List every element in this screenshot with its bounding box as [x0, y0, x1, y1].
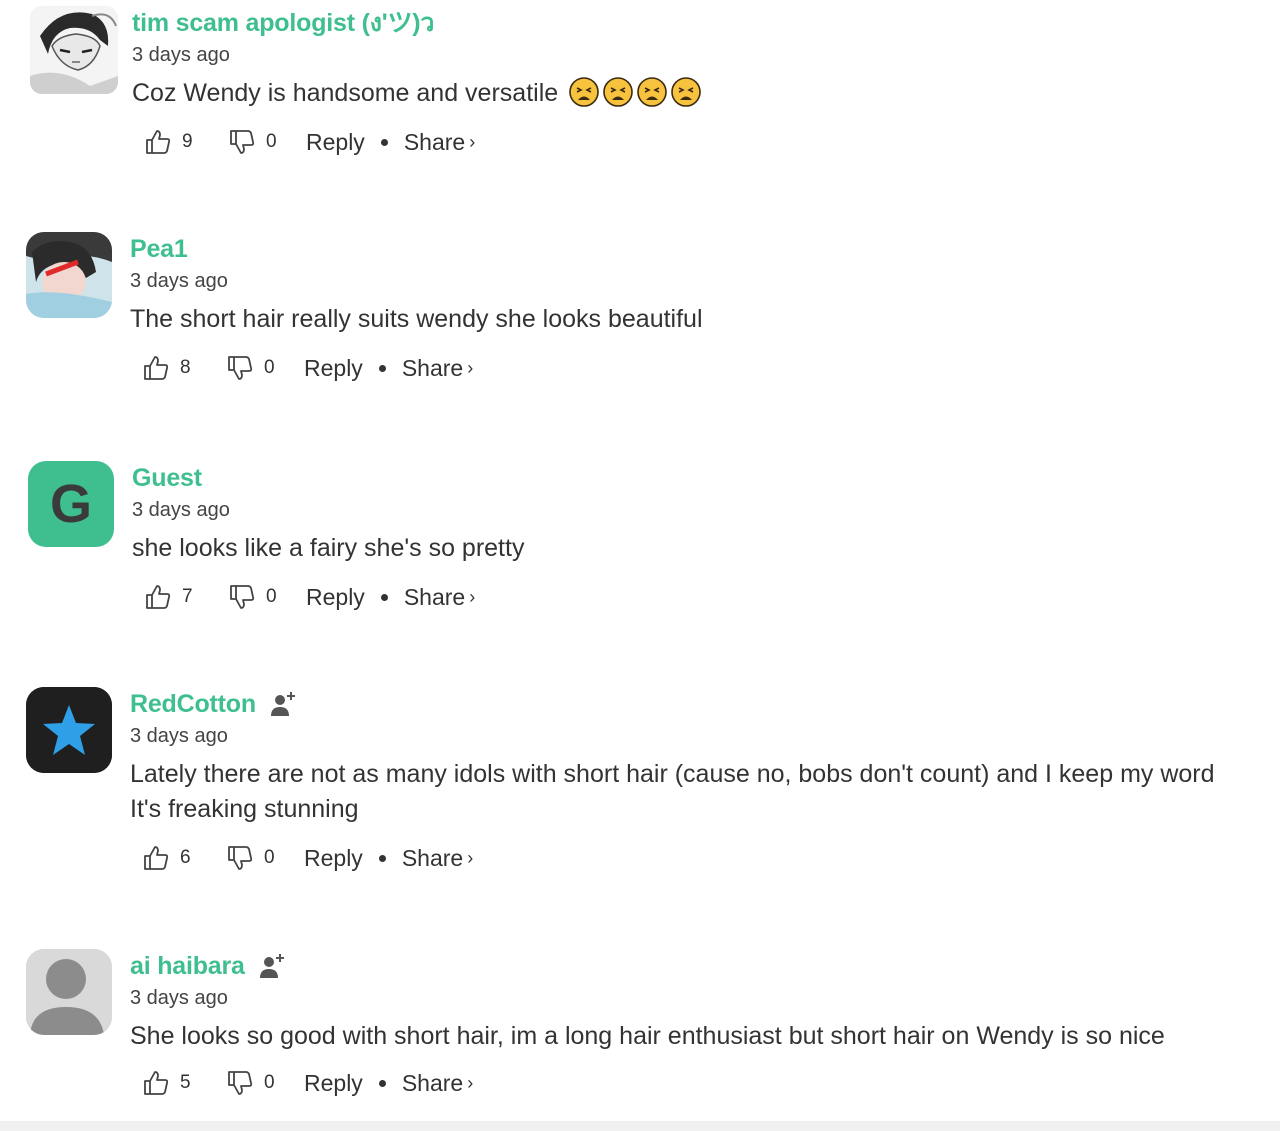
timestamp: 3 days ago [132, 499, 230, 521]
thumbs-up-icon[interactable] [142, 1069, 170, 1097]
comment-text: she looks like a fairy she's so pretty [132, 534, 525, 562]
username[interactable]: tim scam apologist (ง'ツ)ว [132, 3, 434, 43]
comment-text: The short hair really suits wendy she lo… [130, 305, 703, 333]
username[interactable]: Pea1 [130, 235, 188, 264]
thumbs-down-icon[interactable] [226, 354, 254, 382]
comment-body: Coz Wendy is handsome and versatile [132, 79, 559, 107]
thumbs-up-icon[interactable] [142, 844, 170, 872]
like-count: 9 [182, 131, 193, 152]
default-user-icon [26, 949, 112, 1035]
comment-text: Coz Wendy is handsome and versatile [132, 76, 1260, 111]
thumbs-down-icon[interactable] [226, 1069, 254, 1097]
dislike-count: 0 [264, 847, 275, 868]
comment-actions: 8 0 Reply Share › [142, 351, 1256, 385]
thumbs-up-icon[interactable] [144, 583, 172, 611]
thumbs-down-icon[interactable] [228, 128, 256, 156]
dislike-count: 0 [264, 1072, 275, 1093]
chevron-right-icon: › [467, 357, 474, 378]
tired-face-emoji [569, 77, 599, 107]
chevron-right-icon: › [467, 847, 474, 868]
manga-portrait-icon [30, 6, 118, 94]
tired-face-emoji [603, 77, 633, 107]
avatar[interactable]: G [28, 461, 114, 547]
share-button[interactable]: Share [404, 129, 465, 156]
like-count: 8 [180, 357, 191, 378]
dislike-count: 0 [264, 357, 275, 378]
separator-dot [380, 593, 388, 601]
dislike-count: 0 [266, 131, 277, 152]
avatar[interactable] [26, 949, 112, 1035]
timestamp: 3 days ago [130, 725, 228, 747]
username[interactable]: ai haibara [130, 952, 245, 981]
thumbs-up-icon[interactable] [144, 128, 172, 156]
reply-button[interactable]: Reply [304, 355, 363, 382]
dislike-count: 0 [266, 586, 277, 607]
comment-actions: 7 0 Reply Share › [144, 580, 1258, 614]
separator-dot [380, 138, 388, 146]
tired-face-emoji [637, 77, 667, 107]
like-count: 6 [180, 847, 191, 868]
star-icon [26, 687, 112, 773]
share-button[interactable]: Share [404, 584, 465, 611]
avatar[interactable] [26, 232, 112, 318]
separator-dot [378, 1079, 386, 1087]
comment-actions: 6 0 Reply Share › [142, 841, 1256, 875]
comment-line: It's freaking stunning [130, 795, 359, 823]
comment-text: Lately there are not as many idols with … [130, 757, 1256, 827]
reply-button[interactable]: Reply [306, 584, 365, 611]
share-button[interactable]: Share [402, 355, 463, 382]
add-friend-icon[interactable] [268, 689, 298, 719]
comment-actions: 5 0 Reply Share › [142, 1066, 1256, 1100]
like-count: 5 [180, 1072, 191, 1093]
comment-text: She looks so good with short hair, im a … [130, 1022, 1165, 1050]
username[interactable]: Guest [132, 464, 202, 493]
timestamp: 3 days ago [130, 270, 228, 292]
chevron-right-icon: › [469, 131, 476, 152]
username[interactable]: RedCotton [130, 690, 256, 719]
reply-button[interactable]: Reply [304, 1070, 363, 1097]
timestamp: 3 days ago [132, 44, 230, 66]
separator-dot [378, 364, 386, 372]
avatar[interactable] [26, 687, 112, 773]
tired-face-emoji [671, 77, 701, 107]
photo-portrait-icon [26, 232, 112, 318]
thumbs-down-icon[interactable] [228, 583, 256, 611]
chevron-right-icon: › [467, 1072, 474, 1093]
thumbs-up-icon[interactable] [142, 354, 170, 382]
chevron-right-icon: › [469, 586, 476, 607]
thumbs-down-icon[interactable] [226, 844, 254, 872]
comment-line: Lately there are not as many idols with … [130, 760, 1215, 788]
share-button[interactable]: Share [402, 1070, 463, 1097]
share-button[interactable]: Share [402, 845, 463, 872]
bottom-edge [0, 1121, 1280, 1131]
reply-button[interactable]: Reply [304, 845, 363, 872]
avatar[interactable] [30, 6, 118, 94]
timestamp: 3 days ago [130, 987, 228, 1009]
comment-actions: 9 0 Reply Share › [144, 125, 1260, 159]
add-friend-icon[interactable] [257, 951, 287, 981]
separator-dot [378, 854, 386, 862]
reply-button[interactable]: Reply [306, 129, 365, 156]
avatar-letter: G [49, 474, 92, 534]
like-count: 7 [182, 586, 193, 607]
